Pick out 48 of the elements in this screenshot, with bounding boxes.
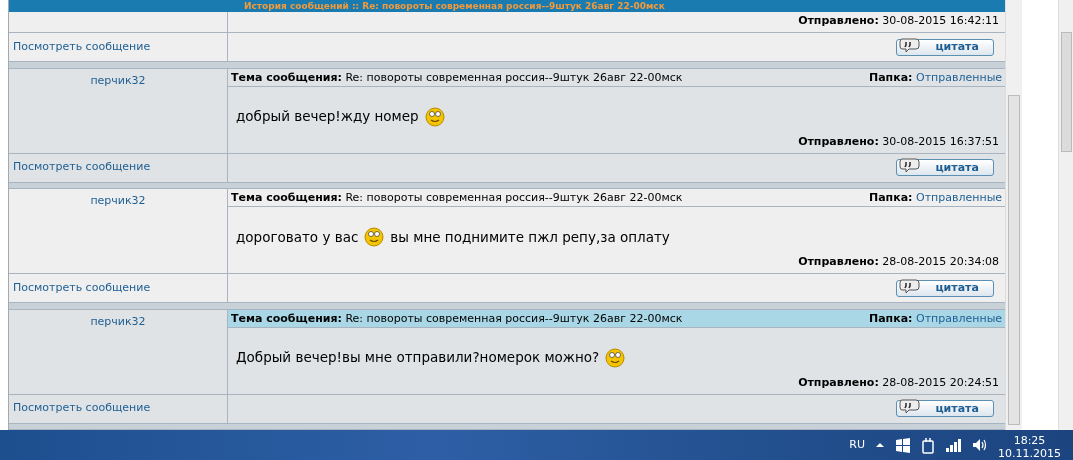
scrollbar-thumb[interactable] [1008, 95, 1020, 425]
quote-button[interactable]: цитата [896, 38, 995, 56]
view-message-link[interactable]: Посмотреть сообщение [13, 38, 151, 56]
message-text: Добрый вечер!вы мне отправили?номерок можно? [236, 348, 600, 368]
scrollbar[interactable] [1005, 0, 1022, 430]
clock-date[interactable]: 10.11.2015 [998, 447, 1061, 460]
page-title: История сообщений :: Re: повороты современная россия--9штук 26авг 22-00мск [9, 0, 1006, 12]
speech-bubble-icon [899, 157, 921, 173]
message-text: дороговато у вас [236, 227, 359, 247]
folder-info: Папка: Отправленные [869, 310, 1003, 327]
smiley-icon [605, 347, 626, 368]
message-text: вы мне поднимите пжл репу,за оплату [390, 227, 670, 247]
sent-date: Отправлено: 28-08-2015 20:24:51 [797, 374, 1001, 391]
quote-button[interactable]: цитата [896, 400, 995, 417]
up-arrow-icon [875, 440, 885, 450]
author-name[interactable]: перчик32 [90, 73, 146, 87]
view-message-link[interactable]: Посмотреть сообщение [13, 279, 151, 297]
signal-icon [945, 437, 962, 453]
folder-link[interactable]: Отправленные [916, 70, 1003, 84]
author-name[interactable]: перчик32 [90, 194, 146, 207]
sent-date: Отправлено: 30-08-2015 16:37:51 [797, 133, 1001, 150]
speech-bubble-icon [899, 398, 921, 414]
author-name[interactable]: перчик32 [90, 314, 146, 328]
language-indicator[interactable]: RU [849, 436, 865, 454]
smiley-icon [424, 106, 445, 127]
speaker-icon [972, 437, 988, 453]
windows-flag-icon [895, 436, 911, 454]
speech-bubble-icon [899, 36, 921, 53]
plug-icon [921, 436, 935, 454]
quote-button[interactable]: цитата [896, 159, 995, 176]
message-text: добрый вечер!жду номер [236, 107, 419, 127]
view-message-link[interactable]: Посмотреть сообщение [13, 159, 151, 176]
message-subject: Тема сообщения: Re: повороты современная россия--9штук 26авг 22-00мск [231, 69, 683, 86]
speech-bubble-icon [899, 277, 921, 294]
folder-link[interactable]: Отправленные [916, 191, 1003, 204]
folder-link[interactable]: Отправленные [916, 311, 1003, 325]
clock-time[interactable]: 18:25 [998, 434, 1061, 447]
view-message-link[interactable]: Посмотреть сообщение [13, 400, 151, 417]
quote-button[interactable]: цитата [896, 279, 995, 297]
scrollbar-thumb[interactable] [1061, 32, 1072, 152]
message-subject: Тема сообщения: Re: повороты современная россия--9штук 26авг 22-00мск [231, 190, 683, 206]
scrollbar[interactable] [1058, 0, 1073, 430]
sent-date: Отправлено: 28-08-2015 20:34:08 [797, 254, 1001, 270]
folder-info: Папка: Отправленные [869, 190, 1003, 206]
sent-date: Отправлено: 30-08-2015 16:42:11 [797, 13, 1001, 29]
folder-info: Папка: Отправленные [869, 69, 1003, 86]
smiley-icon [364, 227, 385, 247]
message-subject: Тема сообщения: Re: повороты современная россия--9штук 26авг 22-00мск [231, 310, 683, 327]
